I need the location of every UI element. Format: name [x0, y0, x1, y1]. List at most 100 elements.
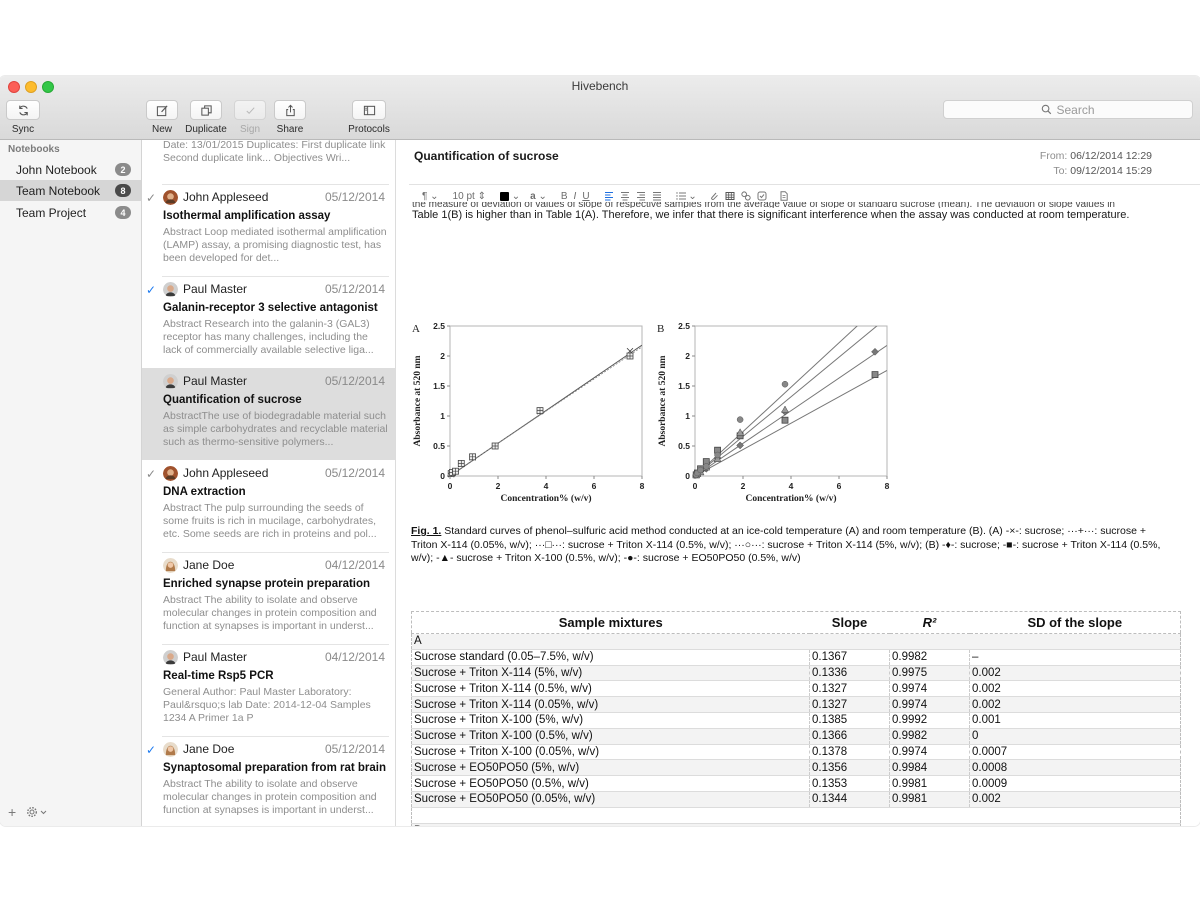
insert-table-button[interactable] [722, 189, 738, 203]
sync-label: Sync [11, 124, 35, 135]
align-left-button[interactable] [601, 189, 617, 203]
entry-title: Galanin-receptor 3 selective antagonist [163, 302, 378, 314]
divider [162, 644, 389, 645]
slope-cell[interactable]: 0.1367 [809, 649, 890, 666]
list-item-selected[interactable]: Paul Master 05/12/2014 Quantification of… [142, 368, 395, 460]
entry-author: Jane Doe [183, 558, 235, 572]
attach-button[interactable] [706, 189, 722, 203]
sync-button[interactable] [6, 100, 40, 120]
sd-cell[interactable]: 0.002 [969, 680, 1181, 698]
r-squared-cell[interactable]: 0.9981 [889, 791, 970, 808]
from-date[interactable]: 06/12/2014 12:29 [1070, 150, 1152, 162]
sample-cell[interactable]: Sucrose standard (0.05–7.5%, w/v) [411, 649, 810, 666]
list-item[interactable]: ✓ Jane Doe 05/12/2014 Synaptosomal prepa… [142, 736, 395, 826]
list-item[interactable]: Jane Doe 04/12/2014 Enriched synapse pro… [142, 552, 395, 644]
r-squared-cell[interactable]: 0.9984 [889, 759, 970, 777]
paragraph-style-dropdown[interactable]: ¶ ⌄ [419, 189, 442, 203]
data-point [781, 380, 789, 388]
list-item[interactable]: ✓ John Appleseed 05/12/2014 Isothermal a… [142, 184, 395, 276]
sample-cell[interactable]: Sucrose + Triton X-114 (5%, w/v) [411, 665, 810, 682]
share-button[interactable] [274, 100, 306, 120]
sample-cell[interactable]: Sucrose + EO50PO50 (5%, w/v) [411, 759, 810, 777]
r-squared-cell[interactable]: 0.9974 [889, 680, 970, 698]
highlight-dropdown[interactable]: a ⌄ [527, 189, 550, 203]
sd-cell[interactable]: – [969, 649, 1181, 666]
y-axis-label: Absorbance at 520 nm [413, 355, 423, 446]
duplicate-button[interactable] [190, 100, 222, 120]
text-color-dropdown[interactable]: ⌄ [497, 189, 523, 203]
italic-button[interactable]: I [571, 189, 580, 203]
justify-button[interactable] [649, 189, 665, 203]
sample-cell[interactable]: Sucrose + Triton X-114 (0.05%, w/v) [411, 696, 810, 713]
sd-cell[interactable]: 0.002 [969, 696, 1181, 713]
sd-cell[interactable]: 0.0008 [969, 759, 1181, 777]
sd-cell[interactable]: 0.001 [969, 712, 1181, 729]
slope-cell[interactable]: 0.1327 [809, 696, 890, 713]
slope-cell[interactable]: 0.1327 [809, 680, 890, 698]
group-label: A [411, 633, 1181, 650]
slope-cell[interactable]: 0.1344 [809, 791, 890, 808]
r-squared-cell[interactable]: 0.9981 [889, 775, 970, 792]
list-item[interactable]: Paul Master 04/12/2014 Real-time Rsp5 PC… [142, 644, 395, 736]
document-title[interactable]: Quantification of sucrose [414, 149, 559, 163]
gear-menu-button[interactable] [26, 806, 47, 818]
slope-cell[interactable]: 0.1366 [809, 728, 890, 745]
data-point [697, 466, 704, 474]
underline-button[interactable]: U [579, 189, 592, 203]
font-size-stepper[interactable]: 10 pt ⇕ [450, 189, 489, 203]
list-item[interactable]: ✓ Paul Master 05/12/2014 Galanin-recepto… [142, 276, 395, 368]
sidebar-item-john-notebook[interactable]: John Notebook 2 [0, 159, 141, 180]
plot-area [694, 325, 888, 477]
bold-button[interactable]: B [558, 189, 571, 203]
sample-cell[interactable]: Sucrose + EO50PO50 (0.5%, w/v) [411, 775, 810, 792]
slope-cell[interactable]: 0.1336 [809, 665, 890, 682]
r-squared-cell[interactable]: 0.9975 [889, 665, 970, 682]
r-squared-cell[interactable]: 0.9992 [889, 712, 970, 729]
count-badge: 4 [115, 206, 131, 219]
titlebar: Hivebench Sync New Duplicate Sign Share … [0, 76, 1200, 140]
align-center-button[interactable] [617, 189, 633, 203]
sample-cell[interactable]: Sucrose + Triton X-100 (0.5%, w/v) [411, 728, 810, 745]
insert-link-button[interactable] [738, 189, 754, 203]
new-button[interactable] [146, 100, 178, 120]
r-squared-cell[interactable]: 0.9974 [889, 744, 970, 761]
to-date[interactable]: 09/12/2014 15:29 [1070, 165, 1152, 177]
sd-cell[interactable]: 0.0007 [969, 744, 1181, 761]
sample-cell[interactable]: Sucrose + Triton X-100 (5%, w/v) [411, 712, 810, 729]
sample-cell[interactable]: Sucrose + EO50PO50 (0.05%, w/v) [411, 791, 810, 808]
slope-cell[interactable]: 0.1356 [809, 759, 890, 777]
entry-title: Enriched synapse protein preparation [163, 578, 371, 590]
sd-cell[interactable]: 0 [969, 728, 1181, 745]
sd-cell[interactable]: 0.002 [969, 791, 1181, 808]
y-tick-label: 1.5 [433, 381, 445, 391]
slope-cell[interactable]: 0.1353 [809, 775, 890, 792]
r-squared-cell[interactable]: 0.9974 [889, 696, 970, 713]
r-squared-cell[interactable]: 0.9982 [889, 649, 970, 666]
insert-checkbox-button[interactable] [754, 189, 770, 203]
list-dropdown[interactable]: ⌄ [673, 189, 700, 203]
body-text[interactable]: the measure of deviation of values of sl… [412, 202, 1192, 222]
sample-cell[interactable]: Sucrose + Triton X-114 (0.5%, w/v) [411, 680, 810, 698]
align-right-button[interactable] [633, 189, 649, 203]
sd-cell[interactable]: 0.0009 [969, 775, 1181, 792]
sidebar-item-team-notebook[interactable]: Team Notebook 8 [0, 180, 141, 201]
sidebar-heading: Notebooks [8, 144, 60, 155]
list-item[interactable]: ✓ John Appleseed 05/12/2014 DNA extracti… [142, 460, 395, 552]
y-tick-label: 1 [440, 411, 445, 421]
sidebar-item-team-project[interactable]: Team Project 4 [0, 202, 141, 223]
slope-cell[interactable]: 0.1378 [809, 744, 890, 761]
slope-cell[interactable]: 0.1385 [809, 712, 890, 729]
sd-cell[interactable]: 0.002 [969, 665, 1181, 682]
column-header-slope: Slope [809, 611, 890, 634]
sample-cell[interactable]: Sucrose + Triton X-100 (0.05%, w/v) [411, 744, 810, 761]
sign-button[interactable] [234, 100, 266, 120]
r-squared-cell[interactable]: 0.9982 [889, 728, 970, 745]
add-icon[interactable]: + [8, 804, 16, 820]
entry-abstract: Abstract The ability to isolate and obse… [163, 594, 377, 632]
search-field[interactable]: Search [943, 100, 1193, 119]
protocols-button[interactable] [352, 100, 386, 120]
insert-document-button[interactable] [776, 189, 792, 203]
link-icon [741, 191, 751, 201]
figure-label[interactable]: Fig. 1. [411, 525, 441, 537]
divider [409, 184, 1200, 185]
